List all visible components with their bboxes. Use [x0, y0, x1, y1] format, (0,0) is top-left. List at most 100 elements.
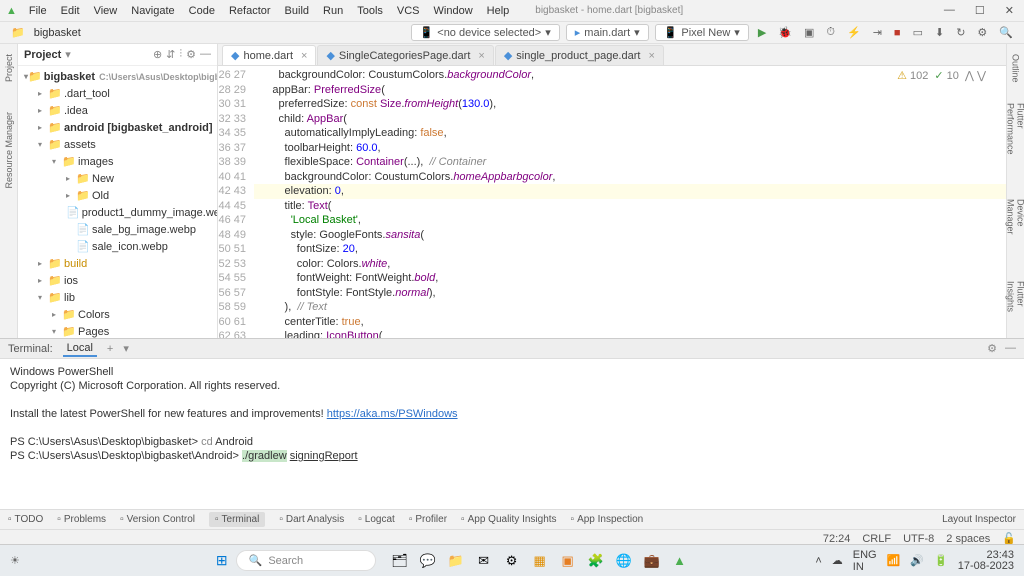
taskbar-search[interactable]: 🔍Search [236, 550, 376, 571]
file-encoding[interactable]: UTF-8 [903, 533, 934, 545]
close-tab-icon[interactable]: × [648, 50, 654, 62]
tray-chevron-icon[interactable]: ˄ [815, 555, 821, 567]
sync-button[interactable]: ↻ [953, 26, 968, 39]
tool-version-control[interactable]: ▫Version Control [120, 514, 195, 525]
menu-edit[interactable]: Edit [55, 3, 86, 19]
start-button[interactable]: ⊞ [216, 552, 228, 569]
editor-tab[interactable]: ◆home.dart× [222, 45, 316, 65]
close-button[interactable]: ✕ [1001, 4, 1018, 17]
menu-help[interactable]: Help [481, 3, 516, 19]
menu-navigate[interactable]: Navigate [125, 3, 180, 19]
tree-row[interactable]: ▾📁Pages [18, 323, 217, 338]
tree-row[interactable]: ▸📁Colors [18, 306, 217, 323]
collapse-icon[interactable]: ⫶ [179, 48, 182, 61]
tray-cloud-icon[interactable]: ☁ [832, 554, 843, 567]
tree-row[interactable]: ▸📁.idea [18, 102, 217, 119]
taskbar-app-icon[interactable]: 🧩 [586, 551, 606, 571]
terminal-tab[interactable]: Local [63, 341, 97, 357]
menu-build[interactable]: Build [279, 3, 315, 19]
rail-project[interactable]: Project [4, 54, 14, 82]
taskbar-app-icon[interactable]: 💼 [642, 551, 662, 571]
menu-code[interactable]: Code [183, 3, 221, 19]
rail-outline[interactable]: Outline [1011, 54, 1021, 83]
expand-icon[interactable]: ⇵ [166, 48, 175, 61]
tree-row[interactable]: 📄sale_icon.webp [18, 238, 217, 255]
tool-terminal[interactable]: ▫Terminal [209, 512, 265, 527]
taskbar-app-icon[interactable]: 🌐 [614, 551, 634, 571]
editor-tab[interactable]: ◆single_product_page.dart× [495, 45, 664, 65]
hide-panel-icon[interactable]: — [200, 48, 211, 61]
tree-row[interactable]: ▸📁.dart_tool [18, 85, 217, 102]
coverage-button[interactable]: ▣ [801, 26, 817, 39]
stop-button[interactable]: ■ [891, 27, 904, 39]
tray-clock[interactable]: 23:4317-08-2023 [958, 550, 1014, 572]
breadcrumb[interactable]: bigbasket [34, 27, 81, 39]
tray-wifi-icon[interactable]: 📶 [887, 554, 901, 567]
maximize-button[interactable]: ☐ [971, 4, 989, 17]
menu-file[interactable]: File [23, 3, 53, 19]
code-editor[interactable]: backgroundColor: CoustumColors.backgroun… [254, 66, 1006, 338]
tree-row[interactable]: ▾📁lib [18, 289, 217, 306]
menu-view[interactable]: View [88, 3, 124, 19]
taskbar-app-icon[interactable]: ▲ [670, 551, 690, 571]
tree-row[interactable]: ▸📁Old [18, 187, 217, 204]
tree-row[interactable]: ▸📁ios [18, 272, 217, 289]
taskbar-app-icon[interactable]: ▦ [530, 551, 550, 571]
minimize-button[interactable]: — [940, 4, 959, 17]
tray-battery-icon[interactable]: 🔋 [934, 554, 948, 567]
tool-logcat[interactable]: ▫Logcat [358, 514, 395, 525]
tool-app-quality-insights[interactable]: ▫App Quality Insights [461, 514, 556, 525]
terminal-settings-icon[interactable]: ⚙ [987, 342, 997, 355]
menu-run[interactable]: Run [317, 3, 349, 19]
panel-settings-icon[interactable]: ⚙ [186, 48, 196, 61]
run-button[interactable]: ▶ [755, 26, 769, 39]
run-config-selector[interactable]: ▸main.dart▾ [566, 24, 649, 41]
close-tab-icon[interactable]: × [301, 50, 307, 62]
tool-dart-analysis[interactable]: ▫Dart Analysis [279, 514, 344, 525]
tool-layout-inspector[interactable]: Layout Inspector [942, 514, 1016, 525]
taskbar-app-icon[interactable]: ⚙ [502, 551, 522, 571]
tree-row[interactable]: ▸📁android [bigbasket_android] [18, 119, 217, 136]
terminal-output[interactable]: Windows PowerShellCopyright (C) Microsof… [0, 359, 1024, 509]
tree-row[interactable]: 📄product1_dummy_image.webp [18, 204, 217, 221]
rail-flutter-insights[interactable]: Flutter Insights [1006, 281, 1024, 338]
indent-setting[interactable]: 2 spaces [946, 533, 990, 545]
rail-flutter-perf[interactable]: Flutter Performance [1006, 103, 1024, 179]
project-tree[interactable]: ▾📁bigbasketC:\Users\Asus\Desktop\bigbask… [18, 66, 217, 338]
device-selector[interactable]: 📱<no device selected>▾ [411, 24, 560, 41]
line-ending[interactable]: CRLF [862, 533, 891, 545]
tool-profiler[interactable]: ▫Profiler [409, 514, 447, 525]
menu-window[interactable]: Window [428, 3, 479, 19]
rail-device-mgr[interactable]: Device Manager [1006, 199, 1024, 262]
editor-tab[interactable]: ◆SingleCategoriesPage.dart× [317, 45, 493, 65]
hot-reload-button[interactable]: ⚡ [844, 26, 864, 39]
tree-row[interactable]: ▸📁New [18, 170, 217, 187]
inspection-widget[interactable]: 102 10 ⋀ ⋁ [897, 69, 986, 82]
debug-button[interactable]: 🐞 [775, 26, 795, 39]
tool-problems[interactable]: ▫Problems [57, 514, 106, 525]
weather-widget[interactable]: ☀ [10, 554, 20, 567]
terminal-hide-icon[interactable]: — [1005, 342, 1016, 355]
sdk-button[interactable]: ⬇ [932, 26, 947, 39]
attach-button[interactable]: ⇥ [870, 26, 885, 39]
search-icon[interactable]: 🔍 [996, 26, 1016, 39]
tool-app-inspection[interactable]: ▫App Inspection [571, 514, 644, 525]
tree-row[interactable]: 📄sale_bg_image.webp [18, 221, 217, 238]
tray-language[interactable]: ENGIN [853, 549, 877, 573]
profile-button[interactable]: ⏱ [823, 26, 838, 39]
tree-row[interactable]: ▾📁images [18, 153, 217, 170]
menu-refactor[interactable]: Refactor [223, 3, 277, 19]
tool-todo[interactable]: ▫TODO [8, 514, 43, 525]
new-terminal-button[interactable]: + [107, 343, 113, 355]
taskbar-app-icon[interactable]: 📁 [446, 551, 466, 571]
rail-resource-manager[interactable]: Resource Manager [4, 112, 14, 189]
menu-vcs[interactable]: VCS [391, 3, 426, 19]
taskbar-app-icon[interactable]: 🗂 [390, 551, 410, 571]
tray-volume-icon[interactable]: 🔊 [910, 554, 924, 567]
taskbar-app-icon[interactable]: ▣ [558, 551, 578, 571]
tree-row[interactable]: ▸📁build [18, 255, 217, 272]
target-selector[interactable]: 📱Pixel New▾ [655, 24, 749, 41]
settings-icon[interactable]: ⚙ [974, 26, 990, 39]
tree-row[interactable]: ▾📁assets [18, 136, 217, 153]
caret-position[interactable]: 72:24 [823, 533, 851, 545]
